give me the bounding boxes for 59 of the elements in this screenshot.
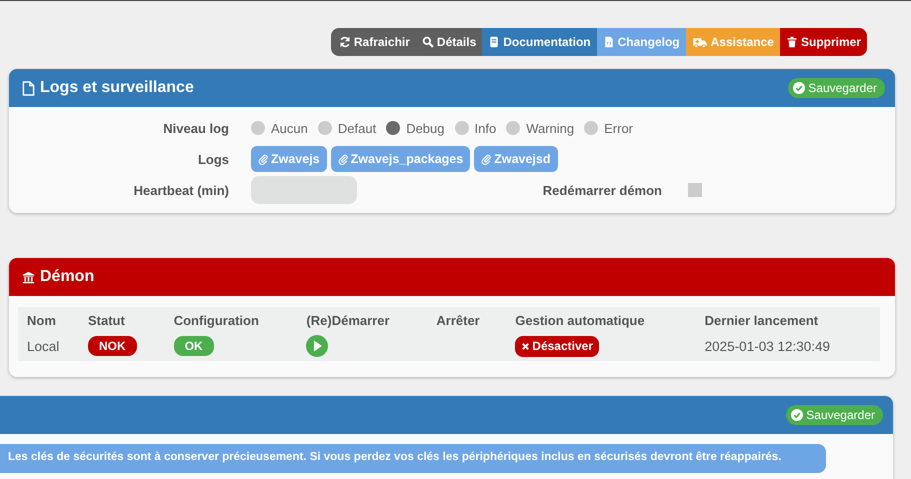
column-header: Dernier lancement (696, 307, 880, 332)
file-code-icon (602, 36, 615, 48)
radio-button[interactable] (251, 121, 265, 135)
column-header: Nom (18, 307, 79, 332)
radio-label: Debug (406, 120, 444, 136)
column-header: Statut (79, 307, 165, 332)
radio-label: Aucun (271, 120, 308, 136)
check-circle-icon (793, 82, 806, 94)
ambulance-icon (692, 36, 708, 48)
column-header: (Re)Démarrer (297, 307, 428, 332)
search-icon (422, 36, 434, 48)
field-label: Redémarrer démon (542, 182, 663, 198)
paperclip-icon (338, 154, 349, 164)
radio-button[interactable] (386, 121, 400, 135)
toolbar-button[interactable]: Supprimer (780, 28, 867, 56)
toolbar-button[interactable]: Détails (416, 28, 482, 56)
radio-label: Error (604, 120, 634, 136)
column-header: Configuration (164, 307, 298, 332)
radio-button[interactable] (584, 121, 598, 135)
file-icon (22, 80, 35, 96)
column-header: Arrêter (427, 307, 506, 332)
checkbox[interactable] (688, 183, 702, 197)
toolbar-button[interactable]: Rafraichir (330, 28, 416, 56)
refresh-icon (338, 36, 351, 48)
radio-button[interactable] (454, 121, 468, 135)
radio-button[interactable] (318, 121, 332, 135)
play-button[interactable] (306, 335, 328, 357)
radio-label: Info (474, 120, 496, 136)
bank-icon (22, 270, 35, 284)
field-label: Heartbeat (min) (132, 182, 230, 198)
toolbar-button[interactable]: Documentation (482, 28, 597, 56)
log-button[interactable]: Zwavejs_packages (330, 146, 470, 172)
save-button[interactable]: Sauvegarder (788, 78, 885, 98)
radio-label: Defaut (338, 120, 376, 136)
check-circle-icon (791, 409, 804, 421)
table-cell: Local (27, 338, 60, 354)
log-button[interactable]: Zwavejsd (474, 146, 558, 172)
table-cell: 2025-01-03 12:30:49 (704, 338, 830, 354)
trash-icon (786, 36, 798, 48)
column-header: Gestion automatique (506, 307, 696, 332)
field-label: Niveau log (162, 120, 230, 136)
panel-title: Démon (40, 268, 94, 286)
toolbar-button[interactable]: Changelog (596, 28, 686, 56)
panel-title: Logs et surveillance (40, 79, 194, 97)
book-icon (488, 36, 500, 48)
save-button[interactable]: Sauvegarder (786, 405, 883, 425)
radio-button[interactable] (506, 121, 520, 135)
toolbar-button[interactable]: Assistance (686, 28, 780, 56)
info-alert: Les clés de sécurités sont à conserver précieusement. Si vous perdez vos clés les périphériques inclus en sécurisés devront être réappairés. (0, 444, 826, 473)
status-badge: NOK (88, 336, 137, 356)
field-label: Logs (196, 152, 230, 166)
radio-label: Warning (526, 120, 574, 136)
heartbeat-input[interactable] (251, 176, 357, 204)
paperclip-icon (481, 154, 492, 164)
paperclip-icon (258, 154, 269, 164)
close-icon (521, 342, 530, 350)
log-button[interactable]: Zwavejs (251, 146, 327, 172)
deactivate-button[interactable]: Désactiver (515, 336, 599, 356)
status-badge: OK (174, 336, 214, 356)
